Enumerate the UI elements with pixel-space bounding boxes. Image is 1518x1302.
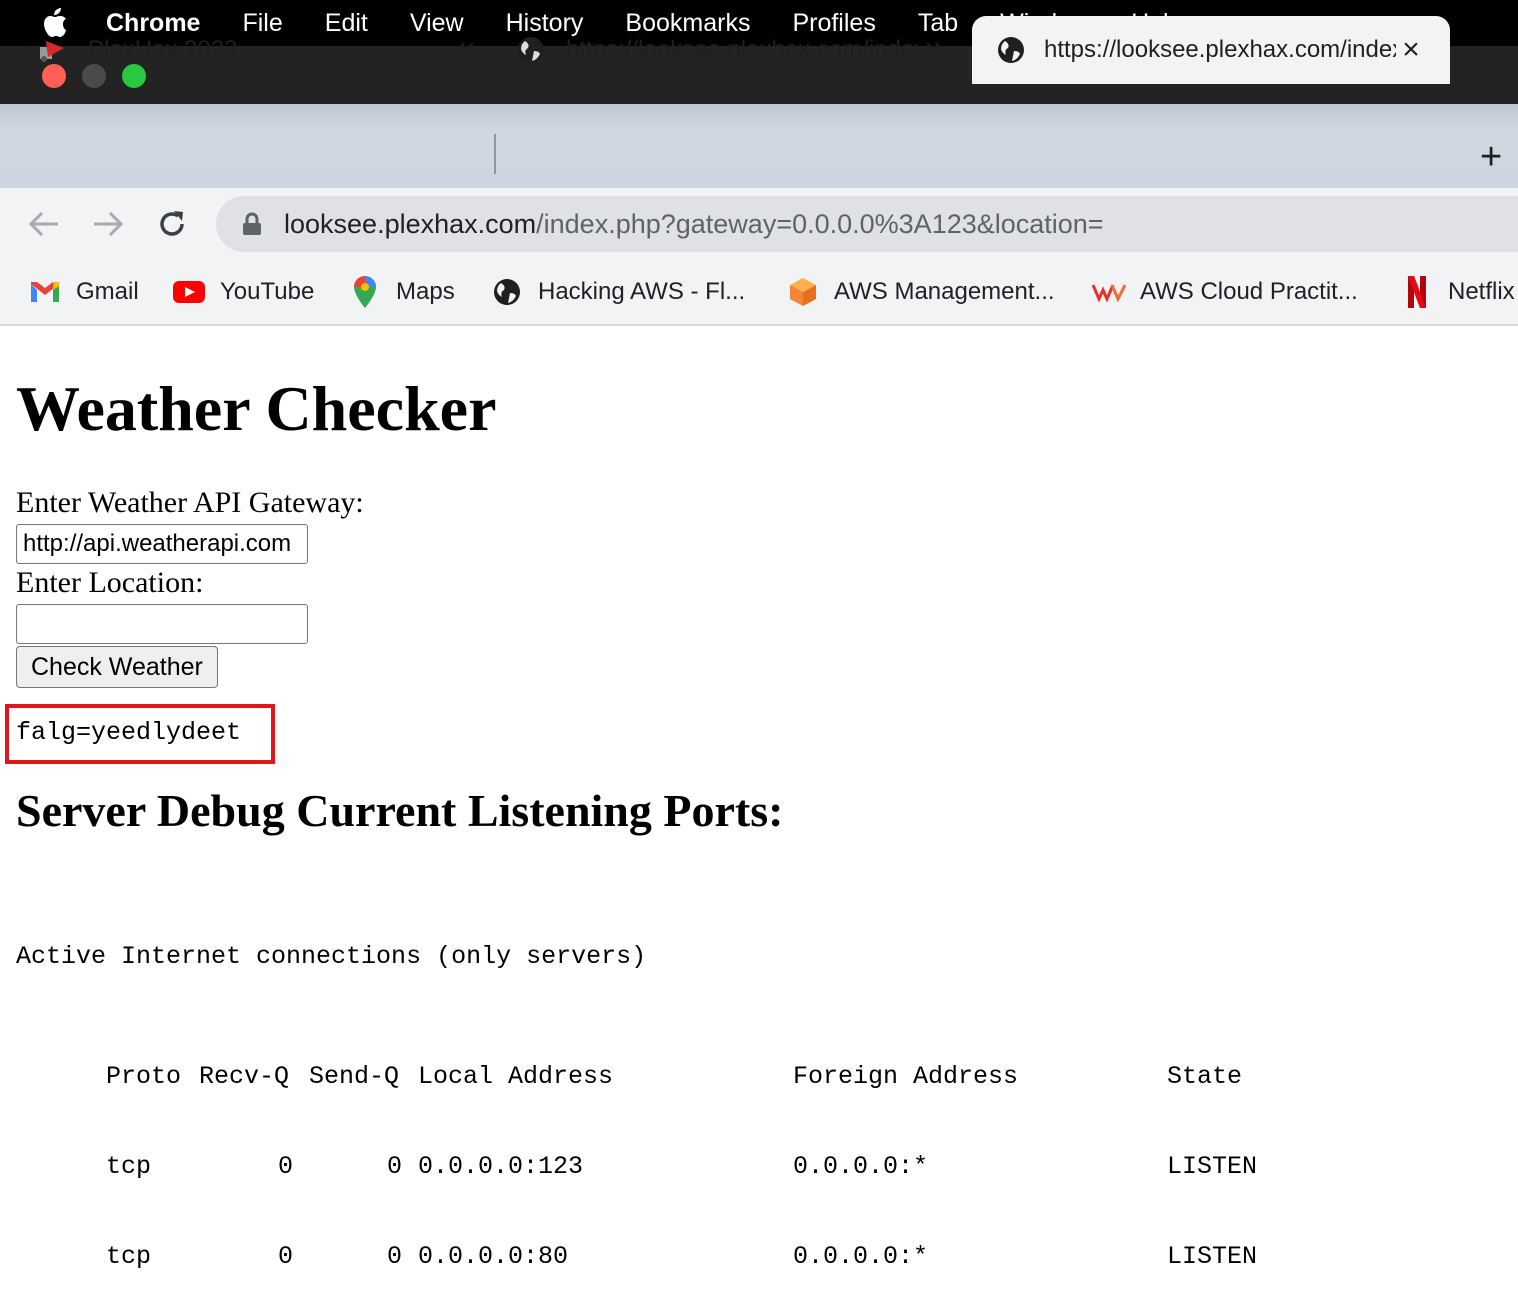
netstat-row: tcp 0 0 0.0.0.0:123 0.0.0.0:* LISTEN [16,1122,1257,1181]
bookmark-netflix[interactable]: Netflix [1400,274,1515,310]
bookmark-label: Netflix [1448,278,1515,305]
cell-recv-q: 0 [278,1242,294,1271]
tab-strip [0,104,1518,188]
netstat-column-headers: Proto Recv-Q Send-Q Local Address Foreign Ad… [16,1032,1257,1091]
globe-icon [516,35,546,65]
check-weather-button[interactable]: Check Weather [16,646,218,688]
debug-section-title: Server Debug Current Listening Ports: [16,785,784,836]
bookmark-label: AWS Cloud Practit... [1140,278,1358,305]
netstat-row: tcp 0 0 0.0.0.0:80 0.0.0.0:* LISTEN [16,1212,1257,1271]
cell-send-q: 0 [387,1242,403,1271]
bookmark-label: Hacking AWS - Fl... [538,278,746,305]
gmail-icon [28,275,62,309]
cell-foreign-address: 0.0.0.0:* [793,1152,929,1181]
cell-send-q: 0 [387,1152,403,1181]
maps-icon [348,275,382,309]
wc-icon [1092,275,1126,309]
tab-looksee-1[interactable]: https://looksee.plexhax.com/index.php × [516,16,956,84]
cell-state: LISTEN [1167,1152,1258,1181]
location-input[interactable] [16,604,308,644]
youtube-icon [172,275,206,309]
tab-plexhax[interactable]: PlexHax 2023 × [30,16,482,84]
new-tab-plus-icon[interactable]: + [1480,136,1502,179]
reload-icon[interactable] [152,204,192,244]
forward-arrow-icon[interactable] [88,204,128,244]
close-tab-icon[interactable]: × [1396,33,1426,67]
cell-proto: tcp [106,1152,152,1181]
close-tab-icon[interactable]: × [918,33,948,67]
column-proto: Proto [106,1062,182,1091]
tab-title: https://looksee.plexhax.com/index.php [566,36,918,63]
tab-looksee-active[interactable]: https://looksee.plexhax.com/index.php × [972,16,1450,84]
url-host: looksee.plexhax.com [284,208,537,239]
netstat-output: Active Internet connections (only server… [16,882,1257,1302]
bookmark-hacking-aws[interactable]: Hacking AWS - Fl... [490,274,745,310]
tab-title: https://looksee.plexhax.com/index.php [1044,36,1396,63]
url-text: looksee.plexhax.com/index.php?gateway=0.… [284,209,1104,240]
bookmark-label: Maps [396,278,455,305]
bookmark-aws-management[interactable]: AWS Management... [786,274,1055,310]
back-arrow-icon[interactable] [24,204,64,244]
cell-proto: tcp [106,1242,152,1271]
lock-icon[interactable] [242,212,262,236]
bookmark-label: Gmail [76,278,139,305]
cell-recv-q: 0 [278,1152,294,1181]
column-state: State [1167,1062,1243,1091]
netflix-icon [1400,275,1434,309]
column-foreign-address: Foreign Address [793,1062,1019,1091]
aws-cube-icon [786,275,820,309]
column-local-address: Local Address [418,1062,614,1091]
page-title: Weather Checker [16,373,497,444]
cell-local-address: 0.0.0.0:80 [418,1242,569,1271]
cell-foreign-address: 0.0.0.0:* [793,1242,929,1271]
tab-separator [494,134,496,174]
globe-icon [996,35,1026,65]
bookmark-label: AWS Management... [834,278,1055,305]
flag-output-text: falg=yeedlydeet [16,718,242,747]
bookmark-youtube[interactable]: YouTube [172,274,314,310]
bookmark-gmail[interactable]: Gmail [28,274,139,310]
tab-title: PlexHax 2023 [88,36,238,63]
column-send-q: Send-Q [309,1062,400,1091]
bookmark-aws-cloud-practitioner[interactable]: AWS Cloud Practit... [1092,274,1358,310]
location-label: Enter Location: [16,566,204,599]
globe-icon [490,275,524,309]
netstat-header: Active Internet connections (only server… [16,942,647,971]
page-content: Weather Checker Enter Weather API Gatewa… [0,326,1518,1271]
gateway-input[interactable] [16,524,308,564]
url-path: /index.php?gateway=0.0.0.0%3A123&locatio… [536,208,1104,239]
bookmark-maps[interactable]: Maps [348,274,455,310]
gateway-label: Enter Weather API Gateway: [16,486,364,519]
address-bar[interactable]: looksee.plexhax.com/index.php?gateway=0.… [216,196,1518,252]
plexhax-icon [38,35,78,65]
cell-local-address: 0.0.0.0:123 [418,1152,584,1181]
cell-state: LISTEN [1167,1242,1258,1271]
column-recv-q: Recv-Q [199,1062,290,1091]
bookmark-label: YouTube [220,278,315,305]
close-tab-icon[interactable]: × [452,33,482,67]
